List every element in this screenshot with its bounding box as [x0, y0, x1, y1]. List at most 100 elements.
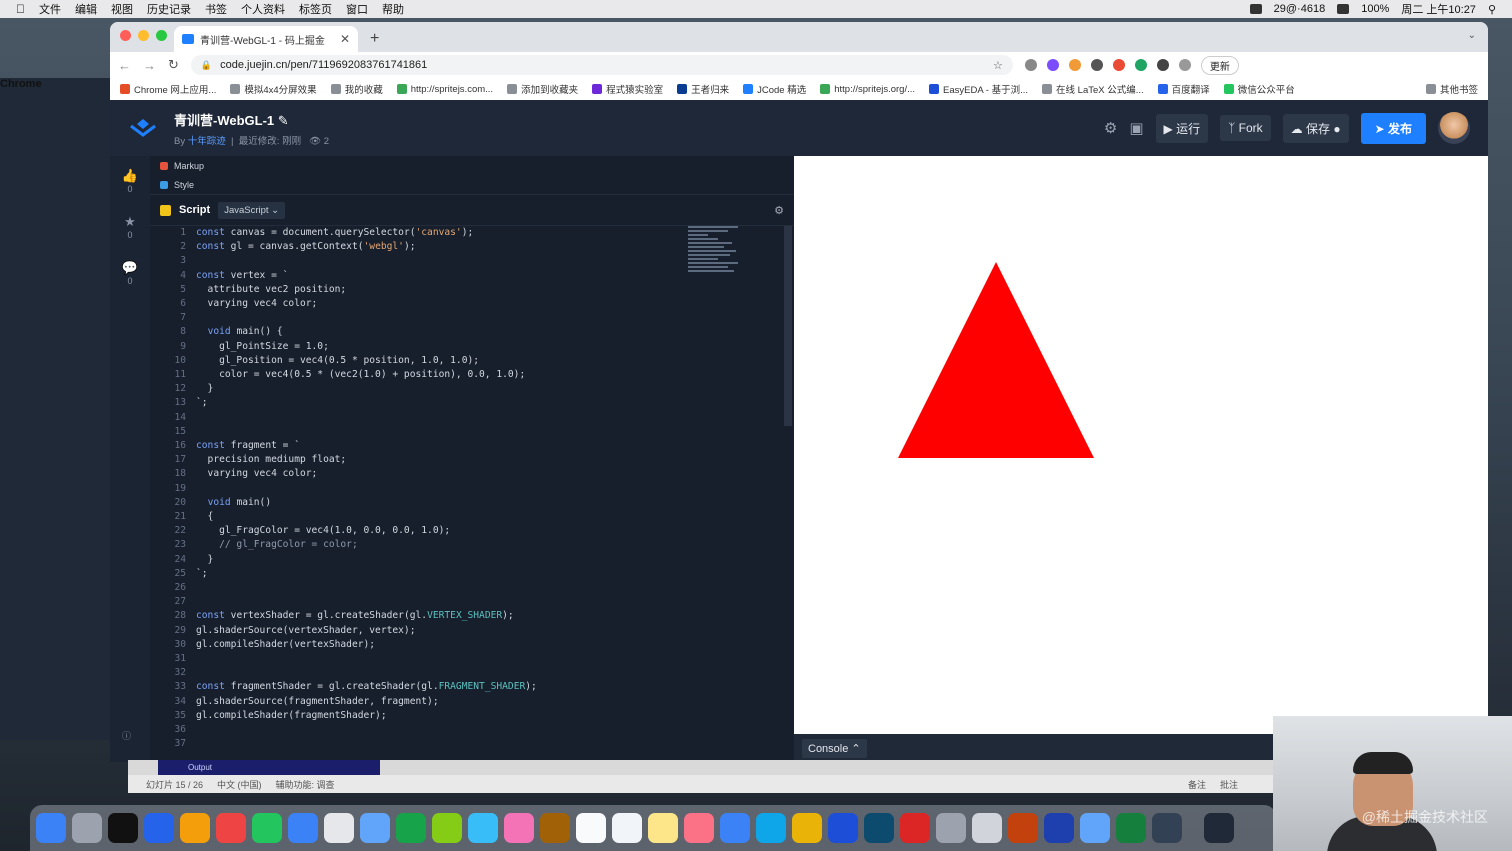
code-line[interactable]: gl_Position = vec4(0.5 * position, 1.0, … — [196, 354, 479, 368]
code-line[interactable]: // gl_FragColor = color; — [196, 538, 358, 552]
back-icon[interactable]: ← — [118, 58, 131, 73]
fork-button[interactable]: ᛉ Fork — [1220, 115, 1271, 141]
menu-view[interactable]: 视图 — [111, 1, 133, 17]
publish-button[interactable]: ➤ 发布 — [1360, 112, 1426, 144]
ue-icon[interactable] — [792, 813, 822, 843]
bookmark-item[interactable]: http://spritejs.org/... — [820, 84, 915, 95]
puzzle-icon[interactable] — [1156, 59, 1169, 71]
author-link[interactable]: 十年踪迹 — [188, 136, 226, 147]
comment-button[interactable]: 💬 0 — [110, 260, 150, 286]
activity-monitor-icon[interactable] — [1152, 813, 1182, 843]
code-area[interactable]: 1 const canvas = document.querySelector('… — [150, 226, 770, 762]
vscode-icon[interactable] — [828, 813, 858, 843]
search-icon[interactable]: ⚲ — [1488, 3, 1496, 16]
app-icon[interactable] — [900, 813, 930, 843]
reload-icon[interactable]: ↻ — [168, 57, 179, 73]
powerpoint-icon[interactable] — [1008, 813, 1038, 843]
address-bar[interactable]: 🔒 code.juejin.cn/pen/7119692083761741861… — [190, 55, 1013, 75]
code-line[interactable]: } — [196, 553, 214, 567]
app-icon[interactable] — [972, 813, 1002, 843]
close-tab-icon[interactable]: ✕ — [340, 32, 350, 46]
chrome-icon[interactable] — [180, 813, 210, 843]
console-toggle-button[interactable]: Console ⌃ — [802, 738, 867, 758]
launchpad-icon[interactable] — [72, 813, 102, 843]
finder-icon[interactable] — [36, 813, 66, 843]
code-line[interactable]: const canvas = document.querySelector('c… — [196, 226, 473, 240]
extension-icon[interactable] — [1068, 59, 1081, 71]
bookmark-item[interactable]: 百度翻译 — [1157, 82, 1210, 96]
code-line[interactable]: { — [196, 510, 214, 524]
like-button[interactable]: 👍 0 — [110, 168, 150, 194]
code-line[interactable]: varying vec4 color; — [196, 467, 318, 481]
forward-icon[interactable]: → — [143, 58, 156, 73]
extension-icon[interactable] — [1112, 59, 1125, 71]
star-button[interactable]: ★ 0 — [110, 214, 150, 240]
excel-icon[interactable] — [1116, 813, 1146, 843]
bookmark-item[interactable]: Chrome 网上应用... — [120, 82, 216, 96]
music-icon[interactable] — [684, 813, 714, 843]
battery-text[interactable]: 100% — [1361, 3, 1389, 15]
apple-icon[interactable]:  — [16, 2, 25, 16]
code-line[interactable]: const gl = canvas.getContext('webgl'); — [196, 240, 416, 254]
editor-scrollbar[interactable] — [784, 226, 792, 426]
extension-icon[interactable] — [1090, 59, 1103, 71]
lark-icon[interactable] — [288, 813, 318, 843]
extension-icon[interactable] — [1024, 59, 1037, 71]
menu-edit[interactable]: 编辑 — [75, 1, 97, 17]
code-line[interactable]: attribute vec2 position; — [196, 283, 347, 297]
bookmark-item[interactable]: EasyEDA - 基于浏... — [929, 82, 1028, 96]
close-window-button[interactable] — [120, 30, 131, 41]
word-icon[interactable] — [1044, 813, 1074, 843]
minimize-window-button[interactable] — [138, 30, 149, 41]
notes-app-icon[interactable] — [540, 813, 570, 843]
comments-button[interactable]: 批注 — [1220, 778, 1238, 791]
code-line[interactable]: `; — [196, 567, 208, 581]
bookmark-item[interactable]: http://spritejs.com... — [396, 84, 493, 95]
browser-tab[interactable]: 青训营-WebGL-1 - 码上掘金 ✕ — [174, 26, 358, 52]
code-line[interactable]: varying vec4 color; — [196, 297, 318, 311]
bookmark-item[interactable]: 程式猿实验室 — [592, 82, 663, 96]
bookmark-item[interactable]: 王者归来 — [677, 82, 729, 96]
photoshop-icon[interactable] — [864, 813, 894, 843]
contacts-icon[interactable] — [324, 813, 354, 843]
zoom-window-button[interactable] — [156, 30, 167, 41]
language-status[interactable]: 中文 (中国) — [217, 778, 262, 791]
bookmark-item[interactable]: 微信公众平台 — [1223, 82, 1295, 96]
code-line[interactable]: gl.compileShader(fragmentShader); — [196, 709, 387, 723]
code-line[interactable]: const fragment = ` — [196, 439, 300, 453]
accessibility-status[interactable]: 辅助功能: 调查 — [276, 778, 335, 791]
lock-icon[interactable]: 🔒 — [201, 60, 212, 71]
safari-icon[interactable] — [144, 813, 174, 843]
avatar[interactable] — [1438, 112, 1470, 144]
app-store-icon[interactable] — [720, 813, 750, 843]
wifi-icon[interactable] — [1337, 4, 1350, 14]
code-line[interactable]: precision mediump float; — [196, 453, 347, 467]
facetime-icon[interactable] — [396, 813, 426, 843]
menu-help[interactable]: 帮助 — [382, 1, 404, 17]
code-line[interactable]: `; — [196, 396, 208, 410]
messages-icon[interactable] — [468, 813, 498, 843]
minimap[interactable] — [688, 226, 764, 326]
app-icon[interactable] — [936, 813, 966, 843]
bookmark-item[interactable]: 添加到收藏夹 — [507, 82, 578, 96]
app-icon[interactable] — [1080, 813, 1110, 843]
code-line[interactable]: gl.shaderSource(vertexShader, vertex); — [196, 624, 416, 638]
code-line[interactable]: void main() { — [196, 325, 283, 339]
profile-avatar-icon[interactable] — [1178, 59, 1191, 71]
bookmark-star-icon[interactable]: ☆ — [993, 59, 1003, 72]
other-bookmarks[interactable]: 其他书签 — [1425, 82, 1478, 96]
mail-icon[interactable] — [216, 813, 246, 843]
preview-icon[interactable] — [360, 813, 390, 843]
menu-window[interactable]: 窗口 — [346, 1, 368, 17]
run-button[interactable]: ▶ 运行 — [1155, 113, 1209, 143]
code-line[interactable]: const fragmentShader = gl.createShader(g… — [196, 680, 537, 694]
status-icon[interactable] — [1249, 4, 1262, 14]
code-line[interactable]: void main() — [196, 496, 272, 510]
menu-history[interactable]: 历史记录 — [147, 1, 191, 17]
project-title[interactable]: 青训营-WebGL-1 ✎ — [174, 110, 329, 129]
markdown-icon[interactable] — [756, 813, 786, 843]
code-line[interactable]: color = vec4(0.5 * (vec2(1.0) + position… — [196, 368, 525, 382]
bookmark-item[interactable]: 我的收藏 — [330, 82, 383, 96]
notes-button[interactable]: 备注 — [1188, 778, 1206, 791]
calendar-icon[interactable] — [576, 813, 606, 843]
